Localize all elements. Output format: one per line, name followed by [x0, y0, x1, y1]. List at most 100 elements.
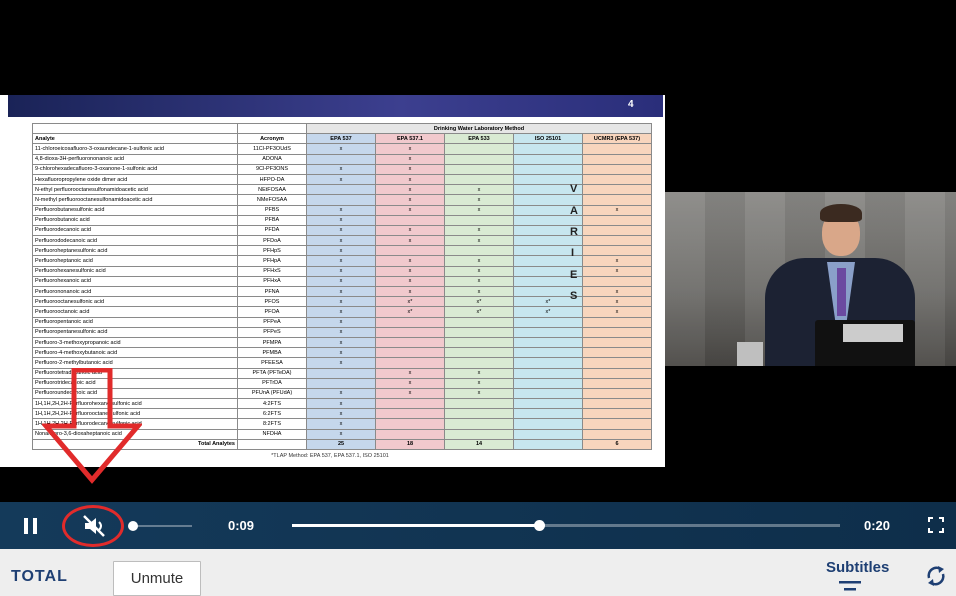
method-mark: x	[375, 194, 445, 206]
method-mark: x	[306, 224, 376, 237]
table-row: Perfluoro-2-methylbutanoic acid PFEESA x	[32, 357, 652, 369]
video-stage[interactable]: 4 Drinking Water Laboratory Method Analy…	[0, 0, 956, 502]
table-row: Perfluoropentanoic acid PFPeA x	[32, 316, 652, 328]
method-mark	[582, 377, 652, 389]
blank-header	[32, 122, 238, 135]
method-mark	[375, 408, 445, 420]
method-mark	[513, 377, 583, 389]
method-mark	[375, 357, 445, 369]
method-mark: x	[306, 285, 376, 298]
analyte-name: Perfluorooctanesulfonic acid	[32, 296, 238, 308]
method-mark	[375, 214, 445, 226]
analyte-name: Perfluoro-3-methoxypropanoic acid	[32, 336, 238, 349]
subtitles-button[interactable]: Subtitles	[826, 559, 889, 576]
analyte-acronym: PFMBA	[237, 347, 307, 359]
method-mark	[582, 235, 652, 247]
method-header: UCMR3 (EPA 537)	[582, 133, 652, 145]
unmute-tooltip: Unmute	[113, 561, 201, 596]
method-mark: x*	[513, 306, 583, 318]
method-mark: x	[375, 285, 445, 298]
analyte-acronym: 11Cl-PF3OUdS	[237, 143, 307, 155]
table-row: Perfluorooctanesulfonic acid PFOS x x* x* x* x	[32, 296, 652, 308]
method-mark	[513, 398, 583, 410]
speaker-camera-view	[665, 192, 956, 366]
method-mark: x	[306, 296, 376, 308]
analyte-name: Perfluoro-2-methylbutanoic acid	[32, 357, 238, 369]
table-row: N-ethyl perfluorooctanesulfonamidoacetic…	[32, 184, 652, 196]
total-cell: 14	[444, 438, 514, 451]
method-mark	[306, 377, 376, 389]
method-mark: x	[306, 418, 376, 430]
overlay-letter: I	[571, 247, 575, 259]
method-mark: x	[306, 265, 376, 277]
brand-logo: TOTAL	[11, 568, 68, 585]
method-mark: x	[375, 153, 445, 165]
speaker-tie	[837, 268, 846, 316]
method-mark: x	[375, 255, 445, 267]
analyte-name: 4,8-dioxa-3H-perfluorononanoic acid	[32, 153, 238, 165]
method-mark	[582, 398, 652, 410]
progress-fill	[292, 524, 539, 527]
method-mark: x	[306, 306, 376, 318]
analyte-acronym: PFMPA	[237, 336, 307, 349]
subtitles-icon[interactable]	[839, 580, 861, 592]
method-mark: x	[375, 235, 445, 247]
method-mark: x	[582, 296, 652, 308]
table-row: Perfluorododecanoic acid PFDoA x x x	[32, 235, 652, 247]
method-mark: x	[306, 357, 376, 369]
overlay-letter: S	[570, 290, 578, 302]
method-mark: x	[375, 204, 445, 216]
method-mark	[582, 184, 652, 196]
table-row: Perfluoro-4-methoxybutanoic acid PFMBA x	[32, 347, 652, 359]
analyte-name: Perfluoropentanoic acid	[32, 316, 238, 328]
method-mark	[375, 398, 445, 410]
table-row: Perfluorooctanoic acid PFOA x x* x* x* x	[32, 306, 652, 318]
method-mark	[582, 336, 652, 349]
analyte-acronym: PFOS	[237, 296, 307, 308]
method-mark	[444, 357, 514, 369]
red-down-arrow-annotation	[42, 368, 142, 484]
slide-page-number: 4	[628, 99, 634, 110]
analyte-acronym: HFPO-DA	[237, 173, 307, 186]
method-mark: x	[582, 265, 652, 277]
method-mark: x	[444, 194, 514, 206]
analyte-acronym: PFDoA	[237, 235, 307, 247]
table-row: 11-chloroeicosafluoro-3-oxaundecane-1-su…	[32, 143, 652, 155]
fullscreen-icon[interactable]	[928, 517, 944, 533]
slide-header-band: 4	[8, 95, 663, 117]
volume-slider-track[interactable]	[130, 525, 192, 527]
analyte-name: Perfluoroheptanoic acid	[32, 255, 238, 267]
method-mark: x	[306, 275, 376, 288]
overlay-letter: V	[570, 183, 578, 195]
volume-slider-handle[interactable]	[128, 521, 138, 531]
table-row: Perfluorobutanoic acid PFBA x	[32, 214, 652, 226]
method-mark	[582, 143, 652, 155]
overlay-letter: A	[570, 205, 578, 217]
analyte-acronym: PFTrDA	[237, 377, 307, 389]
analyte-acronym: NMeFOSAA	[237, 194, 307, 206]
current-time: 0:09	[228, 518, 255, 533]
refresh-icon[interactable]	[926, 565, 946, 587]
method-header: EPA 533	[444, 133, 514, 145]
analyte-name: Perfluorobutanesulfonic acid	[32, 204, 238, 216]
method-mark: x	[444, 285, 514, 298]
method-mark	[375, 336, 445, 349]
method-mark	[444, 428, 514, 440]
table-row: Perfluorohexanoic acid PFHxA x x x	[32, 275, 652, 288]
method-mark	[582, 245, 652, 257]
method-mark: x	[582, 306, 652, 318]
analyte-acronym: PFNA	[237, 285, 307, 298]
progress-handle[interactable]	[534, 520, 545, 531]
table-row: Perfluoro-3-methoxypropanoic acid PFMPA x	[32, 336, 652, 349]
pause-button[interactable]	[24, 518, 38, 534]
analyte-acronym: PFBS	[237, 204, 307, 216]
method-mark	[582, 194, 652, 206]
table-row: Perfluoroheptanoic acid PFHpA x x x x	[32, 255, 652, 267]
analyte-name: Perfluorobutanoic acid	[32, 214, 238, 226]
method-mark	[375, 347, 445, 359]
overlay-letter: E	[570, 269, 578, 281]
method-mark: x	[444, 224, 514, 237]
method-mark	[582, 357, 652, 369]
analyte-acronym: PFBA	[237, 214, 307, 226]
method-mark: x	[306, 316, 376, 328]
